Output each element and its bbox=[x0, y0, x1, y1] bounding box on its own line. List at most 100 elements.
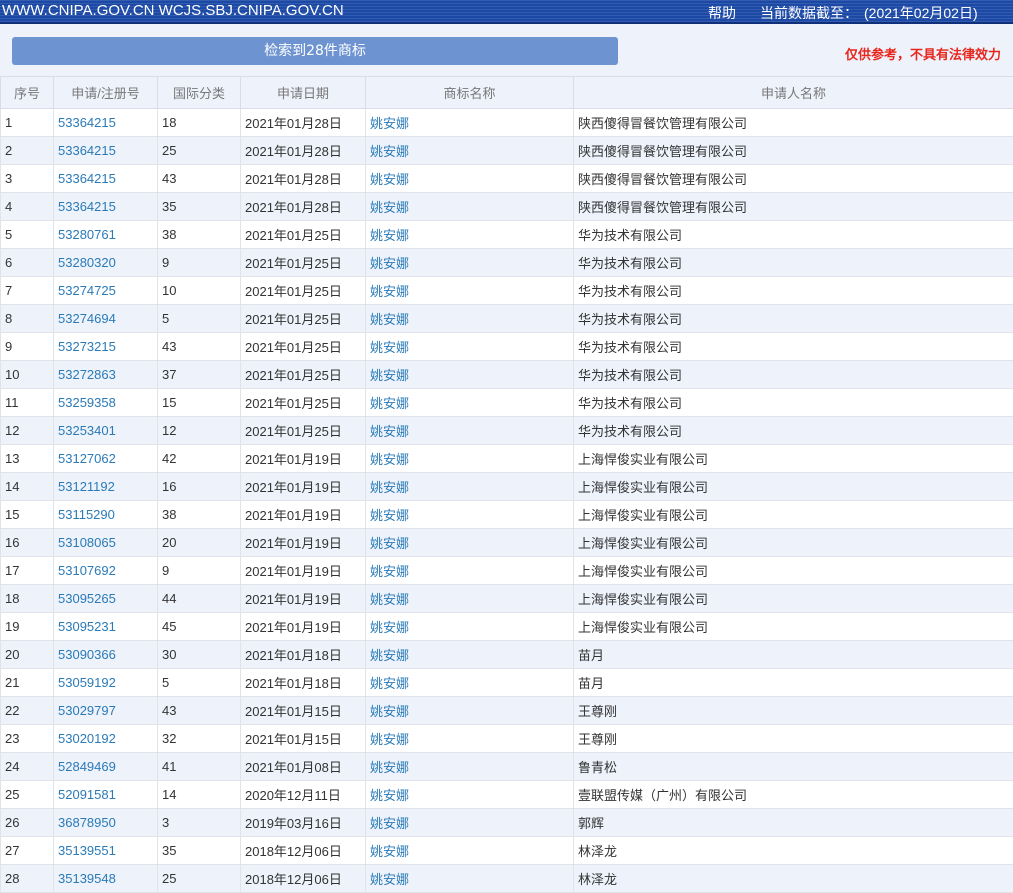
result-count-button[interactable]: 检索到28件商标 bbox=[12, 37, 618, 65]
table-row[interactable]: 26 36878950 3 2019年03月16日 姚安娜 郭辉 bbox=[0, 808, 1013, 837]
trademark-name-link[interactable]: 姚安娜 bbox=[365, 528, 574, 557]
trademark-name-link[interactable]: 姚安娜 bbox=[365, 444, 574, 473]
table-row[interactable]: 25 52091581 14 2020年12月11日 姚安娜 壹联盟传媒（广州）有限公司 bbox=[0, 780, 1013, 809]
applicant-cell: 华为技术有限公司 bbox=[573, 388, 1013, 417]
reg-number-link[interactable]: 53364215 bbox=[53, 136, 158, 165]
table-row[interactable]: 17 53107692 9 2021年01月19日 姚安娜 上海悍俊实业有限公司 bbox=[0, 556, 1013, 585]
trademark-name-link[interactable]: 姚安娜 bbox=[365, 808, 574, 837]
col-header-date[interactable]: 申请日期 bbox=[240, 76, 366, 109]
trademark-name-link[interactable]: 姚安娜 bbox=[365, 164, 574, 193]
trademark-name-link[interactable]: 姚安娜 bbox=[365, 696, 574, 725]
reg-number-link[interactable]: 53029797 bbox=[53, 696, 158, 725]
reg-number-link[interactable]: 35139548 bbox=[53, 864, 158, 893]
table-row[interactable]: 2 53364215 25 2021年01月28日 姚安娜 陕西傻得冒餐饮管理有限公司 bbox=[0, 136, 1013, 165]
class-cell: 18 bbox=[157, 108, 241, 137]
reg-number-link[interactable]: 53273215 bbox=[53, 332, 158, 361]
reg-number-link[interactable]: 53280320 bbox=[53, 248, 158, 277]
table-row[interactable]: 27 35139551 35 2018年12月06日 姚安娜 林泽龙 bbox=[0, 836, 1013, 865]
table-row[interactable]: 22 53029797 43 2021年01月15日 姚安娜 王尊刚 bbox=[0, 696, 1013, 725]
table-row[interactable]: 21 53059192 5 2021年01月18日 姚安娜 苗月 bbox=[0, 668, 1013, 697]
applicant-cell: 华为技术有限公司 bbox=[573, 220, 1013, 249]
reg-number-link[interactable]: 53121192 bbox=[53, 472, 158, 501]
table-row[interactable]: 16 53108065 20 2021年01月19日 姚安娜 上海悍俊实业有限公司 bbox=[0, 528, 1013, 557]
reg-number-link[interactable]: 36878950 bbox=[53, 808, 158, 837]
applicant-cell: 上海悍俊实业有限公司 bbox=[573, 584, 1013, 613]
table-row[interactable]: 13 53127062 42 2021年01月19日 姚安娜 上海悍俊实业有限公司 bbox=[0, 444, 1013, 473]
trademark-name-link[interactable]: 姚安娜 bbox=[365, 612, 574, 641]
trademark-name-link[interactable]: 姚安娜 bbox=[365, 276, 574, 305]
reg-number-link[interactable]: 53259358 bbox=[53, 388, 158, 417]
table-row[interactable]: 20 53090366 30 2021年01月18日 姚安娜 苗月 bbox=[0, 640, 1013, 669]
table-row[interactable]: 15 53115290 38 2021年01月19日 姚安娜 上海悍俊实业有限公司 bbox=[0, 500, 1013, 529]
reg-number-link[interactable]: 53127062 bbox=[53, 444, 158, 473]
table-row[interactable]: 5 53280761 38 2021年01月25日 姚安娜 华为技术有限公司 bbox=[0, 220, 1013, 249]
table-row[interactable]: 18 53095265 44 2021年01月19日 姚安娜 上海悍俊实业有限公司 bbox=[0, 584, 1013, 613]
table-row[interactable]: 10 53272863 37 2021年01月25日 姚安娜 华为技术有限公司 bbox=[0, 360, 1013, 389]
trademark-name-link[interactable]: 姚安娜 bbox=[365, 248, 574, 277]
table-row[interactable]: 1 53364215 18 2021年01月28日 姚安娜 陕西傻得冒餐饮管理有限公司 bbox=[0, 108, 1013, 137]
reg-number-link[interactable]: 35139551 bbox=[53, 836, 158, 865]
reg-number-link[interactable]: 53364215 bbox=[53, 164, 158, 193]
col-header-index[interactable]: 序号 bbox=[0, 76, 54, 109]
date-cell: 2021年01月19日 bbox=[240, 612, 366, 641]
col-header-trademark-name[interactable]: 商标名称 bbox=[365, 76, 574, 109]
reg-number-link[interactable]: 53090366 bbox=[53, 640, 158, 669]
reg-number-link[interactable]: 53115290 bbox=[53, 500, 158, 529]
trademark-name-link[interactable]: 姚安娜 bbox=[365, 668, 574, 697]
reg-number-link[interactable]: 53280761 bbox=[53, 220, 158, 249]
table-row[interactable]: 8 53274694 5 2021年01月25日 姚安娜 华为技术有限公司 bbox=[0, 304, 1013, 333]
trademark-name-link[interactable]: 姚安娜 bbox=[365, 780, 574, 809]
reg-number-link[interactable]: 53253401 bbox=[53, 416, 158, 445]
trademark-name-link[interactable]: 姚安娜 bbox=[365, 864, 574, 893]
reg-number-link[interactable]: 53364215 bbox=[53, 192, 158, 221]
trademark-name-link[interactable]: 姚安娜 bbox=[365, 724, 574, 753]
table-row[interactable]: 3 53364215 43 2021年01月28日 姚安娜 陕西傻得冒餐饮管理有限公司 bbox=[0, 164, 1013, 193]
col-header-applicant[interactable]: 申请人名称 bbox=[573, 76, 1013, 109]
trademark-name-link[interactable]: 姚安娜 bbox=[365, 388, 574, 417]
reg-number-link[interactable]: 52091581 bbox=[53, 780, 158, 809]
trademark-name-link[interactable]: 姚安娜 bbox=[365, 836, 574, 865]
table-row[interactable]: 19 53095231 45 2021年01月19日 姚安娜 上海悍俊实业有限公司 bbox=[0, 612, 1013, 641]
trademark-name-link[interactable]: 姚安娜 bbox=[365, 332, 574, 361]
trademark-name-link[interactable]: 姚安娜 bbox=[365, 136, 574, 165]
trademark-name-link[interactable]: 姚安娜 bbox=[365, 416, 574, 445]
trademark-name-link[interactable]: 姚安娜 bbox=[365, 640, 574, 669]
trademark-name-link[interactable]: 姚安娜 bbox=[365, 472, 574, 501]
trademark-name-link[interactable]: 姚安娜 bbox=[365, 192, 574, 221]
reg-number-link[interactable]: 53272863 bbox=[53, 360, 158, 389]
reg-number-link[interactable]: 53095231 bbox=[53, 612, 158, 641]
trademark-name-link[interactable]: 姚安娜 bbox=[365, 500, 574, 529]
reg-number-link[interactable]: 53364215 bbox=[53, 108, 158, 137]
table-row[interactable]: 24 52849469 41 2021年01月08日 姚安娜 鲁青松 bbox=[0, 752, 1013, 781]
table-row[interactable]: 12 53253401 12 2021年01月25日 姚安娜 华为技术有限公司 bbox=[0, 416, 1013, 445]
trademark-name-link[interactable]: 姚安娜 bbox=[365, 556, 574, 585]
reg-number-link[interactable]: 53107692 bbox=[53, 556, 158, 585]
table-row[interactable]: 28 35139548 25 2018年12月06日 姚安娜 林泽龙 bbox=[0, 864, 1013, 893]
applicant-cell: 陕西傻得冒餐饮管理有限公司 bbox=[573, 164, 1013, 193]
col-header-class[interactable]: 国际分类 bbox=[157, 76, 241, 109]
trademark-name-link[interactable]: 姚安娜 bbox=[365, 108, 574, 137]
trademark-name-link[interactable]: 姚安娜 bbox=[365, 220, 574, 249]
col-header-reg-number[interactable]: 申请/注册号 bbox=[53, 76, 158, 109]
reg-number-link[interactable]: 53020192 bbox=[53, 724, 158, 753]
trademark-name-link[interactable]: 姚安娜 bbox=[365, 584, 574, 613]
trademark-name-link[interactable]: 姚安娜 bbox=[365, 360, 574, 389]
class-cell: 10 bbox=[157, 276, 241, 305]
table-row[interactable]: 14 53121192 16 2021年01月19日 姚安娜 上海悍俊实业有限公司 bbox=[0, 472, 1013, 501]
reg-number-link[interactable]: 53108065 bbox=[53, 528, 158, 557]
help-link[interactable]: 帮助 bbox=[708, 3, 736, 23]
table-row[interactable]: 9 53273215 43 2021年01月25日 姚安娜 华为技术有限公司 bbox=[0, 332, 1013, 361]
reg-number-link[interactable]: 53059192 bbox=[53, 668, 158, 697]
table-row[interactable]: 7 53274725 10 2021年01月25日 姚安娜 华为技术有限公司 bbox=[0, 276, 1013, 305]
reg-number-link[interactable]: 53274725 bbox=[53, 276, 158, 305]
reg-number-link[interactable]: 53274694 bbox=[53, 304, 158, 333]
reg-number-link[interactable]: 53095265 bbox=[53, 584, 158, 613]
reg-number-link[interactable]: 52849469 bbox=[53, 752, 158, 781]
table-row[interactable]: 23 53020192 32 2021年01月15日 姚安娜 王尊刚 bbox=[0, 724, 1013, 753]
table-row[interactable]: 4 53364215 35 2021年01月28日 姚安娜 陕西傻得冒餐饮管理有限公司 bbox=[0, 192, 1013, 221]
trademark-name-link[interactable]: 姚安娜 bbox=[365, 304, 574, 333]
trademark-name-link[interactable]: 姚安娜 bbox=[365, 752, 574, 781]
table-row[interactable]: 11 53259358 15 2021年01月25日 姚安娜 华为技术有限公司 bbox=[0, 388, 1013, 417]
table-row[interactable]: 6 53280320 9 2021年01月25日 姚安娜 华为技术有限公司 bbox=[0, 248, 1013, 277]
date-cell: 2021年01月28日 bbox=[240, 108, 366, 137]
